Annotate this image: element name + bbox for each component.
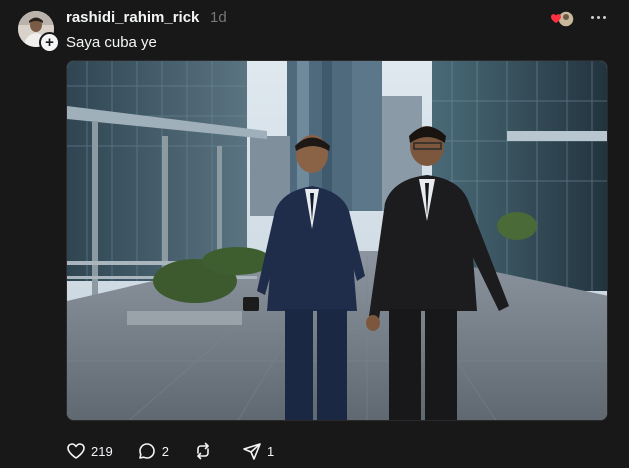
like-button[interactable]: 219	[66, 441, 113, 461]
repost-button[interactable]	[193, 441, 218, 461]
post-actions: 219 2 1	[66, 441, 298, 461]
post-timestamp[interactable]: 1d	[210, 9, 227, 27]
follow-plus-icon[interactable]: +	[39, 32, 60, 53]
liked-by-avatars[interactable]	[549, 10, 575, 28]
comment-button[interactable]: 2	[137, 441, 169, 461]
thread-post: + rashidi_rahim_rick 1d Saya cuba ye 219…	[0, 0, 629, 468]
share-icon	[243, 443, 261, 460]
like-count: 219	[91, 443, 113, 459]
heart-icon	[67, 443, 85, 459]
post-image[interactable]	[66, 60, 608, 421]
share-button[interactable]: 1	[242, 441, 274, 461]
repost-icon	[197, 442, 209, 460]
author-avatar-container[interactable]: +	[18, 11, 60, 53]
more-options-icon[interactable]	[589, 8, 607, 26]
comment-icon	[138, 443, 155, 459]
comment-count: 2	[161, 443, 169, 459]
post-caption: Saya cuba ye	[66, 34, 157, 51]
share-count: 1	[266, 443, 275, 459]
author-username[interactable]: rashidi_rahim_rick	[66, 9, 199, 27]
